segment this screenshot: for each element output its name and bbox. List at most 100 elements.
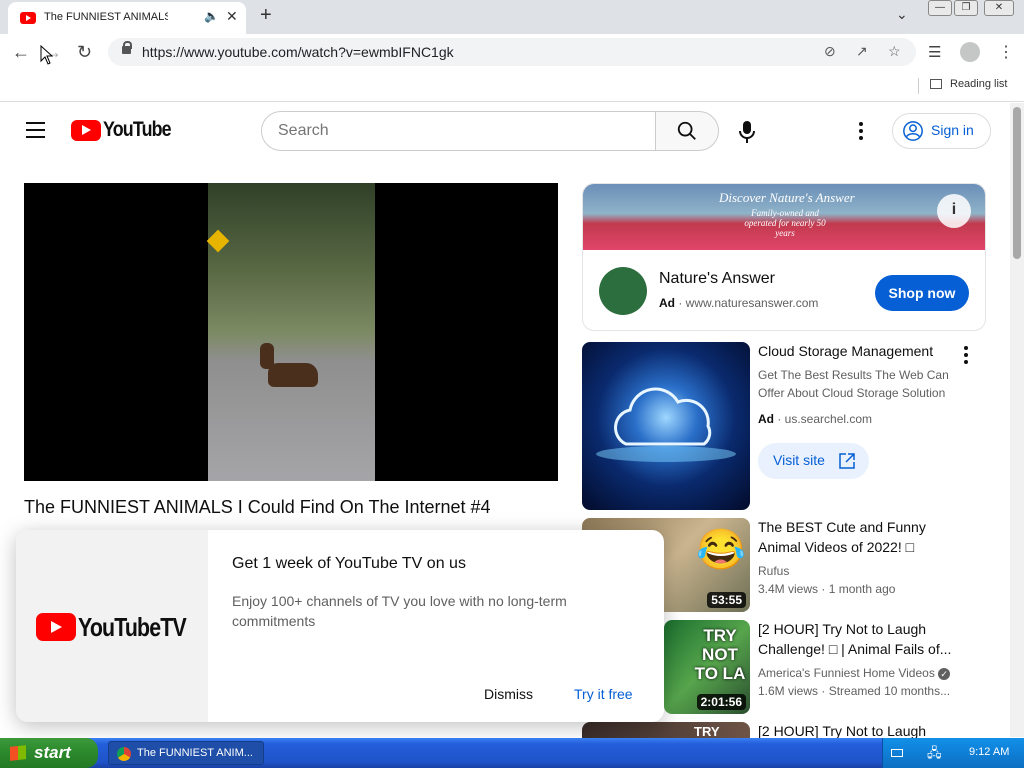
ad-label: Ad [659, 296, 675, 310]
external-link-icon [839, 453, 855, 469]
divider [918, 78, 919, 94]
thumbnail-text: TRY NOT TO LA [694, 626, 746, 683]
search-icon [677, 121, 696, 140]
network-icon[interactable]: 🖧 [927, 744, 942, 766]
video-frame [206, 183, 375, 481]
video-stats: 3.4M views · 1 month ago [758, 582, 896, 596]
reading-list-label: Reading list [950, 78, 1008, 90]
upload-age: Streamed 10 months... [828, 684, 951, 698]
video-duration: 2:01:56 [696, 694, 746, 710]
ad-label: Ad [758, 412, 774, 426]
video-player[interactable] [24, 183, 558, 481]
restore-window-button[interactable]: ❐ [954, 0, 978, 16]
video-title-link[interactable]: The BEST Cute and Funny Animal Videos of… [758, 517, 958, 557]
reading-list-icon [930, 79, 942, 90]
taskbar-chrome-item[interactable]: The FUNNIEST ANIM... [108, 741, 264, 765]
advertiser-name[interactable]: Nature's Answer [659, 270, 775, 288]
video-duration: 53:55 [707, 592, 746, 608]
ad-title[interactable]: Cloud Storage Management [758, 341, 958, 361]
page-scrollbar[interactable] [1010, 103, 1024, 737]
visit-site-button[interactable]: Visit site [758, 443, 869, 479]
deer-crossing-sign-icon [206, 229, 230, 253]
chrome-menu-icon[interactable]: ⋮ [998, 42, 1014, 62]
visit-site-label: Visit site [773, 452, 825, 468]
share-icon[interactable]: ↗ [856, 43, 868, 60]
speaker-icon[interactable]: 🔈 [204, 9, 219, 23]
channel-label: America's Funniest Home Videos [758, 666, 935, 680]
verified-check-icon: ✓ [938, 668, 951, 680]
video-title-link[interactable]: [2 HOUR] Try Not to Laugh Challenge! □ |… [758, 619, 958, 659]
browser-toolbar: ← → ↻ https://www.youtube.com/watch?v=ew… [0, 34, 1024, 70]
media-queue-icon[interactable]: ☰ [928, 43, 941, 61]
channel-name[interactable]: Rufus [758, 562, 789, 580]
ad-description: Get The Best Results The Web Can Offer A… [758, 368, 949, 400]
try-it-free-button[interactable]: Try it free [574, 686, 633, 702]
star-icon[interactable]: ☆ [888, 43, 901, 60]
search-button[interactable] [655, 111, 719, 151]
settings-kebab-icon[interactable] [858, 122, 864, 140]
dismiss-button[interactable]: Dismiss [484, 686, 533, 702]
view-count: 3.4M views [758, 582, 819, 596]
eye-off-icon[interactable]: ⊘ [824, 43, 836, 60]
channel-name[interactable]: America's Funniest Home Videos ✓ [758, 664, 951, 682]
ad-thumbnail[interactable] [582, 342, 750, 510]
thumbnail-text: TRY [694, 724, 720, 738]
video-title-link[interactable]: [2 HOUR] Try Not to Laugh [758, 721, 958, 738]
ad-meta: Ad · www.naturesanswer.com [659, 296, 819, 310]
minimize-window-button[interactable]: — [928, 0, 952, 16]
video-stats: 1.6M views · Streamed 10 months... [758, 684, 951, 698]
deer-head [260, 343, 274, 369]
ad-card[interactable]: Discover Nature's Answer Family-owned an… [582, 183, 986, 331]
taskbar-item-label: The FUNNIEST ANIM... [137, 747, 253, 759]
search-input[interactable] [261, 111, 656, 151]
chevron-down-icon[interactable]: ⌄ [896, 6, 908, 23]
youtube-logo-text[interactable]: YouTube [103, 118, 172, 142]
back-arrow-icon[interactable]: ← [12, 42, 30, 63]
close-tab-icon[interactable]: ✕ [226, 8, 238, 25]
advertiser-logo[interactable] [599, 267, 647, 315]
sign-in-label: Sign in [931, 122, 974, 138]
account-icon [903, 121, 923, 141]
video-thumbnail[interactable]: TRY NOT TO LA 2:01:56 [664, 620, 750, 714]
lock-icon[interactable] [122, 41, 132, 54]
shop-now-button[interactable]: Shop now [875, 275, 969, 311]
taskbar: start The FUNNIEST ANIM... 🖧 9:12 AM [0, 738, 1024, 768]
chrome-icon [117, 747, 131, 761]
more-options-icon[interactable] [963, 346, 969, 364]
video-thumbnail[interactable]: TRY [582, 722, 750, 738]
youtube-tv-promo-dialog: YouTubeTV Get 1 week of YouTube TV on us… [16, 530, 664, 722]
deer-figure [268, 363, 318, 387]
bookmarks-bar: Reading list [0, 70, 1024, 102]
youtube-favicon-icon [20, 12, 36, 24]
upload-age: 1 month ago [828, 582, 896, 596]
url-text[interactable]: https://www.youtube.com/watch?v=ewmbIFNC… [142, 44, 454, 60]
address-bar[interactable]: https://www.youtube.com/watch?v=ewmbIFNC… [108, 38, 916, 66]
microphone-icon[interactable] [738, 120, 756, 144]
keyboard-icon[interactable] [891, 749, 903, 757]
profile-avatar-icon[interactable] [960, 42, 980, 62]
new-tab-button[interactable]: + [260, 4, 272, 27]
start-label: start [34, 743, 71, 762]
promo-title: Get 1 week of YouTube TV on us [232, 555, 466, 572]
clock[interactable]: 9:12 AM [969, 746, 1009, 758]
tab-strip: The FUNNIEST ANIMALS I Could Find On The… [0, 0, 1024, 34]
reading-list-button[interactable]: Reading list [930, 78, 1007, 90]
scrollbar-thumb[interactable] [1013, 107, 1021, 259]
reload-icon[interactable]: ↻ [77, 42, 92, 63]
youtube-tv-logo-text: YouTubeTV [78, 612, 187, 642]
cloud-icon [596, 387, 736, 462]
youtube-logo-icon[interactable] [71, 120, 101, 141]
windows-flag-icon [10, 745, 26, 761]
sign-in-button[interactable]: Sign in [892, 113, 991, 149]
laughing-emoji-icon: 😂 [696, 528, 746, 572]
start-button[interactable]: start [0, 738, 98, 768]
ad-banner[interactable]: Discover Nature's Answer Family-owned an… [583, 184, 985, 250]
view-count: 1.6M views [758, 684, 819, 698]
ad-banner-title: Discover Nature's Answer [719, 190, 855, 205]
ad-banner-subtitle: Family-owned and operated for nearly 50 … [744, 208, 826, 238]
close-window-button[interactable]: ✕ [984, 0, 1014, 16]
info-icon[interactable]: i [937, 194, 971, 228]
hamburger-menu-icon[interactable] [26, 122, 46, 138]
browser-tab[interactable]: The FUNNIEST ANIMALS I Could Find On The… [8, 2, 246, 34]
promo-logo-panel: YouTubeTV [16, 530, 208, 722]
